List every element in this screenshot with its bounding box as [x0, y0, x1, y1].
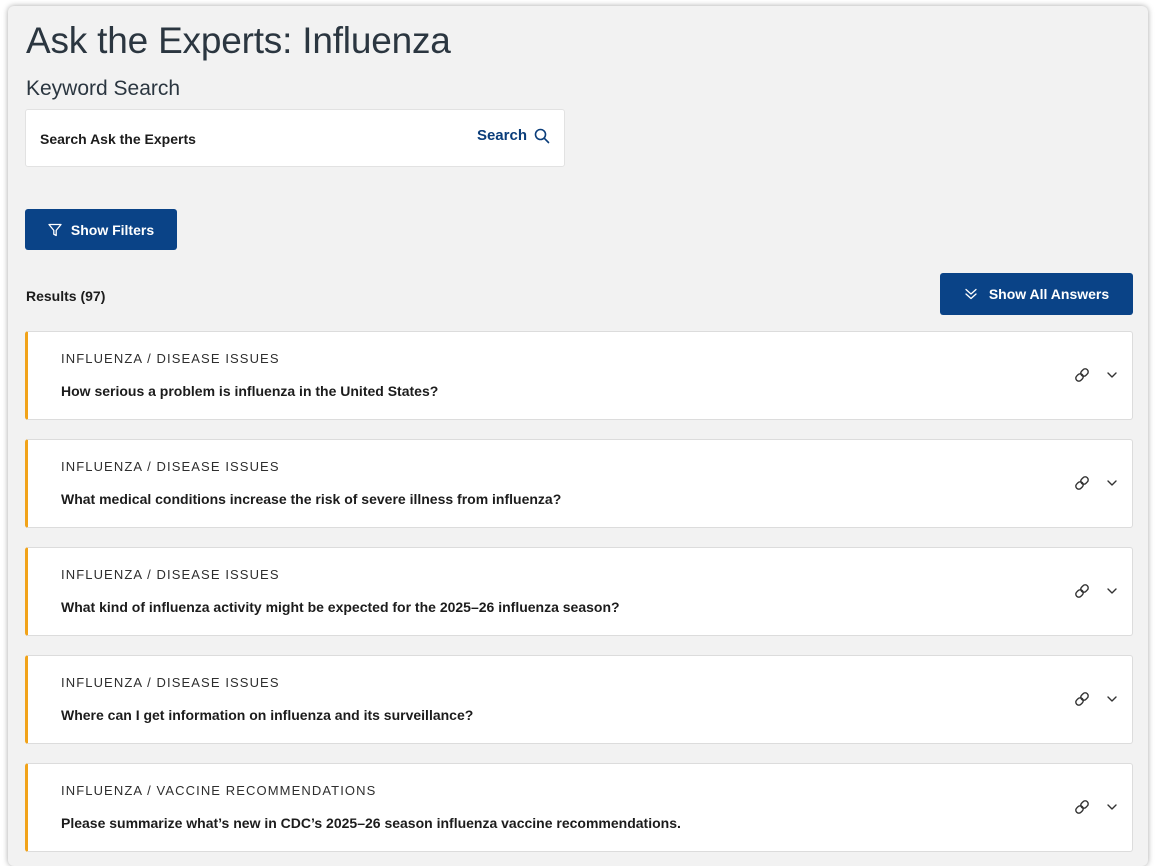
- result-question: What kind of influenza activity might be…: [61, 599, 620, 615]
- link-icon[interactable]: [1073, 690, 1091, 708]
- result-actions: [1073, 366, 1118, 384]
- result-actions: [1073, 582, 1118, 600]
- chevron-down-icon[interactable]: [1106, 585, 1118, 597]
- result-question: What medical conditions increase the ris…: [61, 491, 562, 507]
- search-box: Search: [25, 109, 565, 167]
- result-category: INFLUENZA / DISEASE ISSUES: [61, 675, 280, 690]
- result-category: INFLUENZA / DISEASE ISSUES: [61, 351, 280, 366]
- chevron-down-icon[interactable]: [1106, 477, 1118, 489]
- result-category: INFLUENZA / VACCINE RECOMMENDATIONS: [61, 783, 377, 798]
- search-button[interactable]: Search: [477, 127, 550, 144]
- result-question: Where can I get information on influenza…: [61, 707, 474, 723]
- link-icon[interactable]: [1073, 582, 1091, 600]
- keyword-search-heading: Keyword Search: [26, 77, 181, 100]
- result-question: How serious a problem is influenza in th…: [61, 383, 439, 399]
- show-filters-label: Show Filters: [70, 221, 155, 238]
- chevron-down-icon[interactable]: [1106, 693, 1118, 705]
- double-chevron-down-icon: [964, 287, 978, 301]
- search-input[interactable]: [38, 124, 442, 154]
- search-button-label: Search: [476, 127, 527, 144]
- link-icon[interactable]: [1073, 366, 1091, 384]
- result-question: Please summarize what’s new in CDC’s 202…: [61, 815, 681, 831]
- search-icon: [534, 128, 550, 144]
- show-filters-button[interactable]: Show Filters: [25, 209, 177, 250]
- link-icon[interactable]: [1073, 798, 1091, 816]
- main-panel: Ask the Experts: Influenza Keyword Searc…: [8, 6, 1148, 866]
- results-list: INFLUENZA / DISEASE ISSUES How serious a…: [25, 331, 1133, 866]
- link-icon[interactable]: [1073, 474, 1091, 492]
- result-item[interactable]: INFLUENZA / DISEASE ISSUES What kind of …: [25, 547, 1133, 636]
- filter-icon: [48, 223, 62, 237]
- results-count: Results (97): [26, 288, 106, 304]
- page-title: Ask the Experts: Influenza: [26, 20, 451, 61]
- result-category: INFLUENZA / DISEASE ISSUES: [61, 459, 280, 474]
- result-item[interactable]: INFLUENZA / VACCINE RECOMMENDATIONS Plea…: [25, 763, 1133, 852]
- result-item[interactable]: INFLUENZA / DISEASE ISSUES How serious a…: [25, 331, 1133, 420]
- result-item[interactable]: INFLUENZA / DISEASE ISSUES What medical …: [25, 439, 1133, 528]
- result-actions: [1073, 474, 1118, 492]
- show-all-answers-button[interactable]: Show All Answers: [940, 273, 1133, 315]
- result-actions: [1073, 798, 1118, 816]
- chevron-down-icon[interactable]: [1106, 369, 1118, 381]
- chevron-down-icon[interactable]: [1106, 801, 1118, 813]
- result-item[interactable]: INFLUENZA / DISEASE ISSUES Where can I g…: [25, 655, 1133, 744]
- result-actions: [1073, 690, 1118, 708]
- show-all-answers-label: Show All Answers: [988, 286, 1110, 302]
- result-category: INFLUENZA / DISEASE ISSUES: [61, 567, 280, 582]
